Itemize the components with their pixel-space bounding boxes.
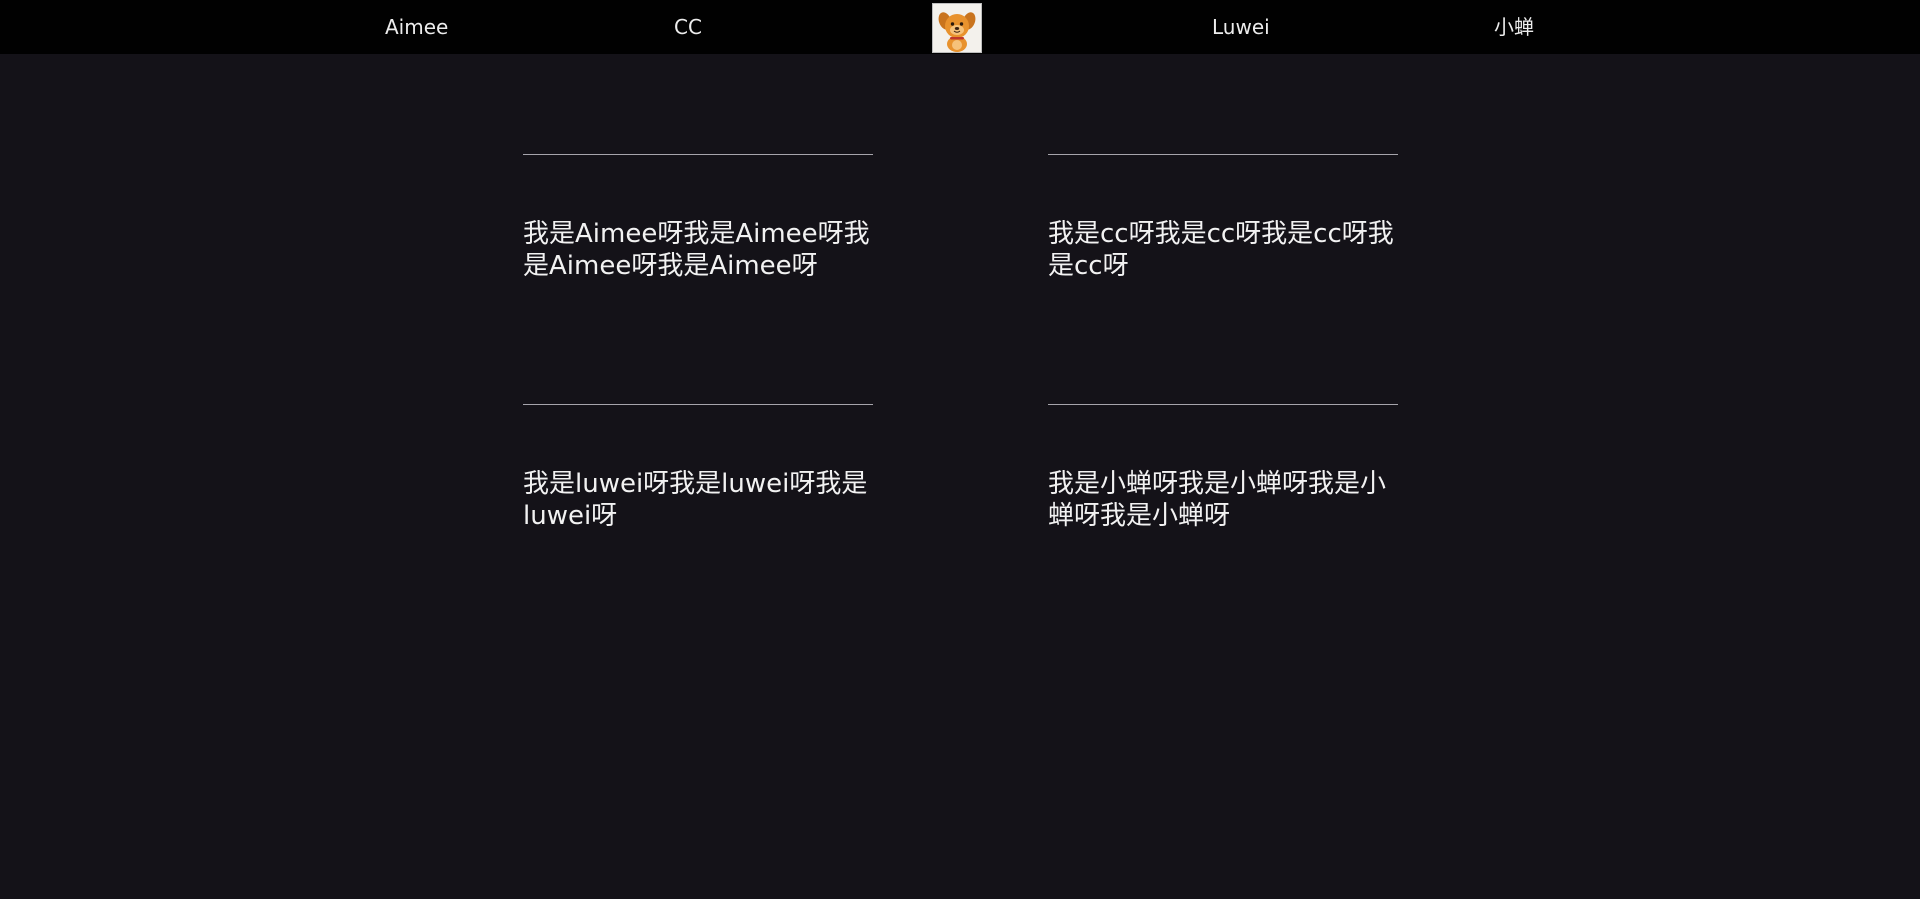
nav-link-cc[interactable]: CC	[674, 0, 702, 54]
card-text: 我是Aimee呀我是Aimee呀我是Aimee呀我是Aimee呀	[523, 219, 870, 281]
cartoon-dog-avatar-icon	[933, 4, 981, 52]
card-text: 我是cc呀我是cc呀我是cc呀我是cc呀	[1048, 219, 1394, 281]
card-cc: 我是cc呀我是cc呀我是cc呀我是cc呀	[1048, 154, 1398, 308]
card-divider	[1048, 404, 1398, 405]
card-luwei: 我是luwei呀我是luwei呀我是luwei呀	[523, 404, 873, 558]
card-text: 我是小蝉呀我是小蝉呀我是小蝉呀我是小蝉呀	[1048, 469, 1387, 531]
card-text: 我是luwei呀我是luwei呀我是luwei呀	[523, 469, 868, 531]
card-divider	[523, 154, 873, 155]
card-divider	[1048, 154, 1398, 155]
nav-link-xiaochan[interactable]: 小蝉	[1494, 0, 1534, 54]
nav-link-luwei[interactable]: Luwei	[1212, 0, 1270, 54]
logo-avatar-icon[interactable]	[932, 3, 982, 53]
card-divider	[523, 404, 873, 405]
card-aimee: 我是Aimee呀我是Aimee呀我是Aimee呀我是Aimee呀	[523, 154, 873, 308]
card-xiaochan: 我是小蝉呀我是小蝉呀我是小蝉呀我是小蝉呀	[1048, 404, 1398, 558]
nav-link-aimee[interactable]: Aimee	[385, 0, 448, 54]
top-navigation-bar: Aimee CC Luwei 小蝉	[0, 0, 1920, 54]
